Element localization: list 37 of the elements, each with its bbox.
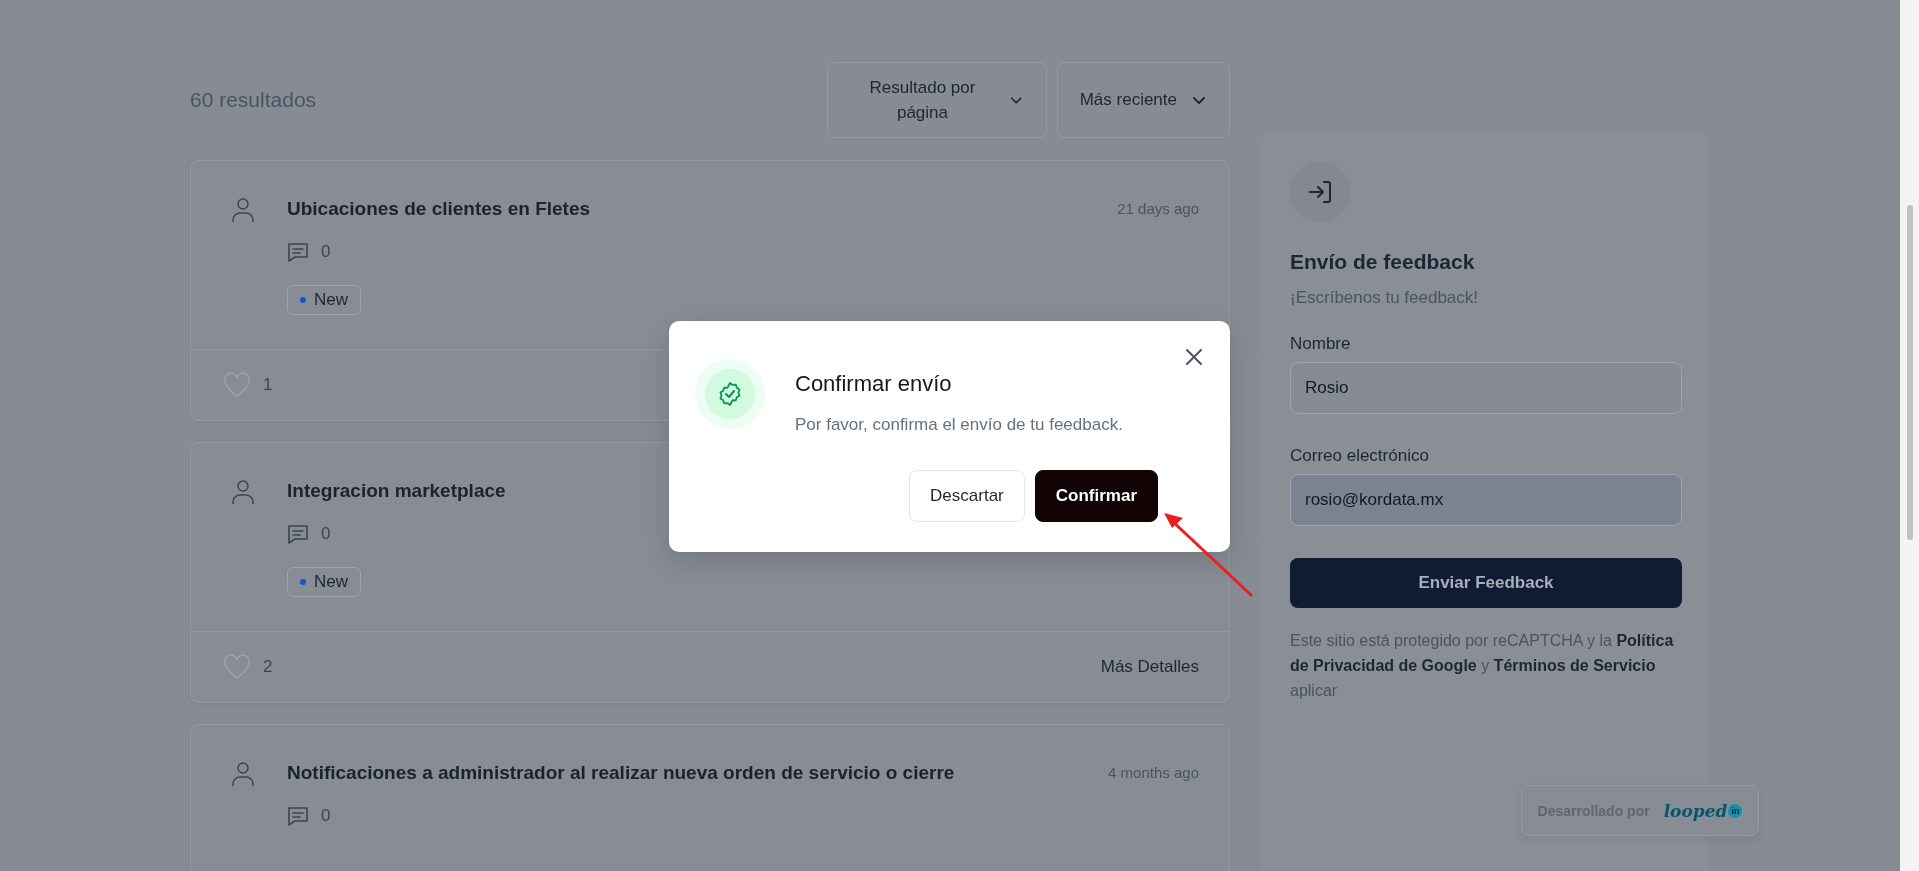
submit-button[interactable]: Enviar Feedback (1290, 558, 1682, 608)
post-card[interactable]: Notificaciones a administrador al realizar nueva orden de servicio o cierre 0 4 months ago (190, 724, 1230, 871)
close-icon[interactable] (1185, 348, 1203, 366)
logo: looped in (1663, 800, 1743, 821)
comment-icon (287, 523, 309, 545)
post-title[interactable]: Integracion marketplace (287, 479, 506, 503)
user-icon (231, 197, 255, 223)
results-count: 60 resultados (190, 88, 318, 112)
scrollbar[interactable] (1900, 0, 1919, 871)
input-field[interactable]: rosio@kordata.mx (1290, 474, 1682, 526)
details-link[interactable]: Más Detalles (1100, 657, 1199, 677)
confirm-button[interactable]: Confirmar (1034, 470, 1158, 522)
post-title[interactable]: Notificaciones a administrador al realizar nueva orden de servicio o cierre (287, 761, 955, 785)
post-time: 21 days ago (1117, 200, 1199, 217)
status-badge: New (287, 285, 361, 315)
like-count: 1 (263, 375, 273, 395)
field-label: Correo electrónico (1290, 446, 1430, 466)
sort-dropdown[interactable]: Resultado por página (826, 62, 1047, 138)
dialog-title: Confirmar envío (795, 371, 953, 397)
comment-count: 0 (321, 806, 331, 826)
sort-dropdown[interactable]: Más reciente (1056, 62, 1230, 138)
post-time: 4 months ago (1108, 764, 1199, 781)
field-label: Nombre (1290, 334, 1352, 354)
discard-button[interactable]: Descartar (909, 470, 1025, 522)
user-icon (231, 761, 255, 787)
post-title[interactable]: Ubicaciones de clientes en Fletes (287, 197, 591, 221)
recaptcha-notice: Este sitio está protegido por reCAPTCHA y la Política de Privacidad de Google y Términos de Servicio aplicar (1290, 631, 1675, 701)
like-count: 2 (263, 657, 273, 677)
comment-icon (287, 241, 309, 263)
comment-count: 0 (321, 242, 331, 262)
comment-count: 0 (321, 524, 331, 544)
status-badge: New (287, 567, 361, 597)
user-icon (231, 479, 255, 505)
panel-title: Envío de feedback (1290, 250, 1476, 274)
comment-icon (287, 805, 309, 827)
panel-subtitle: ¡Escríbenos tu feedback! (1290, 288, 1480, 308)
input-field[interactable]: Rosio (1290, 362, 1682, 414)
